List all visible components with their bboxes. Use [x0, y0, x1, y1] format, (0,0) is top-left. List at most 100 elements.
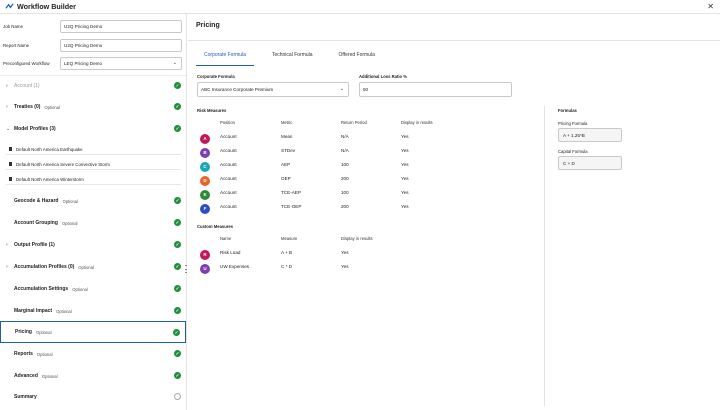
report-name-row: Report Name U2Q Pricing Demo [3, 38, 182, 52]
corporate-formula-select[interactable]: ABC Insurance Corporate Premium ⌄ [197, 82, 349, 97]
check-icon: ✓ [174, 263, 181, 270]
display-cell: Yes [401, 204, 409, 209]
app-title: Workflow Builder [17, 2, 76, 11]
pricing-formula-field[interactable]: A + 1.25*B [558, 128, 622, 142]
metric-cell: STDev [281, 148, 296, 153]
check-icon: ✓ [174, 125, 181, 132]
nav-label: Summary [14, 394, 37, 400]
tab-offered-formula[interactable]: Offered Formula [331, 48, 383, 66]
optional-tag: Optional [62, 198, 79, 204]
check-icon: ✓ [174, 372, 181, 379]
chevron-right-icon: › [6, 83, 8, 89]
nav-item-model-profiles[interactable]: ⌄ Model Profiles (3) ✓ [0, 118, 186, 140]
table-row[interactable]: F Account TCE-OEP 200 Yes [200, 201, 445, 214]
chevron-down-icon: ⌄ [339, 86, 344, 92]
nav-label: Accumulation Settings [14, 286, 69, 292]
left-panel: Job Name U2Q Pricing Demo Report Name U2… [0, 14, 187, 410]
tab-corporate-formula[interactable]: Corporate Formula [196, 48, 254, 66]
preconfigured-workflow-row: Preconfigured Workflow LEQ Pricing Demo … [3, 56, 182, 70]
preconfigured-workflow-select[interactable]: LEQ Pricing Demo ⌄ [60, 56, 182, 70]
nav-item-advanced[interactable]: Advanced Optional ✓ [0, 365, 186, 387]
table-row[interactable]: A Account Mean N/A Yes [200, 131, 445, 144]
pricing-formula-label: Pricing Formula [558, 121, 588, 126]
chevron-right-icon: › [6, 104, 8, 110]
model-profile-label: Default North America Winterstorm [16, 176, 84, 182]
divider [544, 106, 545, 406]
check-icon: ✓ [174, 285, 181, 292]
document-icon [9, 147, 12, 151]
table-row[interactable]: R Risk Load A + B Yes [200, 247, 445, 260]
return-period-cell: 100 [341, 190, 349, 195]
nav-item-treaties[interactable]: › Treaties (0) Optional ✓ [0, 96, 186, 118]
return-period-cell: 200 [341, 176, 349, 181]
badge-r-icon: R [200, 250, 210, 260]
nav-item-marginal-impact[interactable]: Marginal Impact Optional ✓ [0, 300, 186, 322]
table-row[interactable]: E Account TCE-AEP 100 Yes [200, 187, 445, 200]
capital-formula-label: Capital Formula [558, 149, 588, 154]
check-icon: ✓ [174, 82, 181, 89]
report-name-label: Report Name [3, 42, 30, 48]
check-icon: ✓ [174, 307, 181, 314]
nav-item-summary[interactable]: Summary [0, 386, 186, 408]
nav-item-reports[interactable]: Reports Optional ✓ [0, 343, 186, 365]
job-name-input[interactable]: U2Q Pricing Demo [60, 19, 182, 33]
corporate-formula-value: ABC Insurance Corporate Premium [201, 87, 274, 92]
report-name-input[interactable]: U2Q Pricing Demo [60, 38, 182, 52]
col-display: Display in results [401, 120, 433, 125]
display-cell: Yes [401, 162, 409, 167]
chevron-down-icon: ⌄ [172, 59, 177, 66]
return-period-cell: N/A [341, 148, 349, 153]
optional-tag: Optional [56, 308, 72, 314]
display-cell: Yes [341, 264, 349, 269]
workflow-logo-icon [5, 3, 14, 9]
position-cell: Account [220, 162, 237, 167]
check-icon: ✓ [174, 241, 181, 248]
custom-measures-label: Custom Measures [197, 224, 234, 229]
table-row[interactable]: D Account OEP 200 Yes [200, 173, 445, 186]
nav-item-geocode-hazard[interactable]: Geocode & Hazard Optional ✓ [0, 190, 186, 212]
return-period-cell: N/A [341, 134, 349, 139]
display-cell: Yes [401, 148, 409, 153]
nav-item-output-profile[interactable]: › Output Profile (1) ✓ [0, 234, 186, 256]
return-period-cell: 100 [341, 162, 349, 167]
check-icon: ✓ [174, 103, 181, 110]
optional-tag: Optional [44, 104, 61, 110]
nav-item-account-grouping[interactable]: Account Grouping Optional ✓ [0, 212, 186, 234]
position-cell: Account [220, 190, 237, 195]
nav-item-account[interactable]: › Account (1) ✓ [0, 75, 186, 97]
job-name-row: Job Name U2Q Pricing Demo [3, 19, 182, 33]
nav-item-accumulation-settings[interactable]: Accumulation Settings Optional ✓ [0, 278, 186, 300]
nav-label: Accumulation Profiles (0) [14, 264, 75, 270]
model-profile-item[interactable]: Default North America Winterstorm [6, 174, 181, 185]
preconfigured-workflow-value: LEQ Pricing Demo [64, 60, 103, 66]
empty-circle-icon [174, 393, 181, 400]
table-row[interactable]: U UW Expenses C * D Yes [200, 261, 445, 274]
nav-label: Marginal Impact [14, 308, 53, 314]
badge-f-icon: F [200, 204, 210, 214]
loss-ratio-input[interactable]: 50 [359, 82, 512, 97]
nav-item-pricing[interactable]: Pricing Optional ✓ [0, 321, 186, 343]
tab-technical-formula[interactable]: Technical Formula [264, 48, 321, 66]
table-row[interactable]: B Account STDev N/A Yes [200, 145, 445, 158]
nav-label: Model Profiles (3) [14, 126, 56, 132]
display-cell: Yes [401, 190, 409, 195]
col-name: Name [220, 236, 232, 241]
col-display: Display in results [341, 236, 373, 241]
close-icon[interactable]: ✕ [707, 2, 714, 11]
page-title: Pricing [196, 22, 220, 29]
model-profile-item[interactable]: Default North America Severe Convective … [6, 159, 181, 170]
model-profile-item[interactable]: Default North America Earthquake [6, 144, 181, 155]
capital-formula-field[interactable]: C + D [558, 156, 622, 170]
col-metric: Metric [281, 120, 293, 125]
measure-cell: C * D [281, 264, 292, 269]
nav-item-accumulation-profiles[interactable]: › Accumulation Profiles (0) Optional ✓ [0, 256, 186, 278]
main-panel: Pricing Corporate Formula Technical Form… [188, 14, 720, 410]
badge-d-icon: D [200, 176, 210, 186]
loss-ratio-value: 50 [363, 87, 369, 92]
metric-cell: Mean [281, 134, 293, 139]
document-icon [9, 177, 12, 181]
corporate-formula-label: Corporate Formula [197, 74, 235, 79]
check-icon: ✓ [174, 350, 181, 357]
return-period-cell: 200 [341, 204, 349, 209]
table-row[interactable]: C Account AEP 100 Yes [200, 159, 445, 172]
